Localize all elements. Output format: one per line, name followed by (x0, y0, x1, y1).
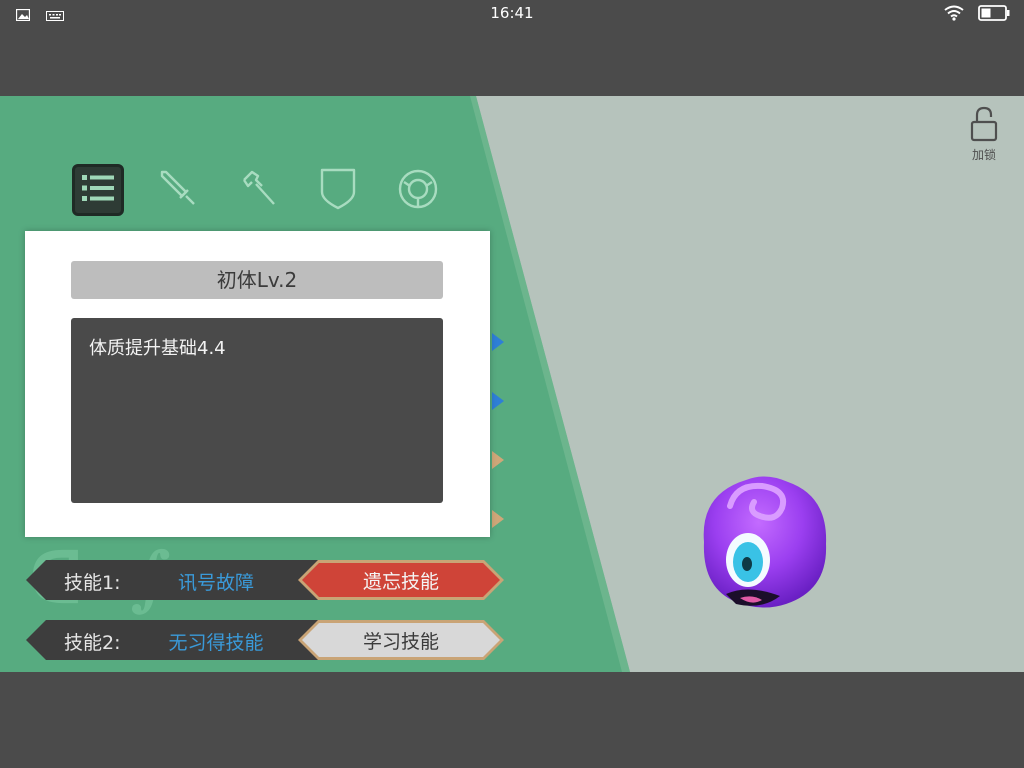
axe-icon (236, 166, 280, 214)
learn-skill-label: 学习技能 (362, 630, 439, 653)
list-icon (81, 173, 115, 207)
popup-title: 初体Lv.2 (71, 261, 443, 299)
clock: 16:41 (490, 4, 534, 22)
skill-slot-label: 技能2: (64, 632, 121, 654)
row-arrow (492, 451, 504, 469)
tab-tool[interactable] (232, 164, 284, 216)
shield-icon (316, 166, 360, 214)
skill-slot-label: 技能1: (64, 572, 121, 594)
battery-icon (978, 5, 1010, 25)
tab-list[interactable] (72, 164, 124, 216)
tab-accessory[interactable] (392, 164, 444, 216)
row-arrow (492, 333, 504, 351)
popup-description-box: 体质提升基础4.4 (71, 318, 443, 503)
row-arrow (492, 392, 504, 410)
monster-character[interactable] (696, 472, 832, 612)
ring-icon (396, 166, 440, 214)
unlock-icon (969, 106, 999, 146)
status-bar: 16:41 (0, 0, 1024, 28)
lock-label: 加锁 (971, 148, 996, 162)
skill-name: 无习得技能 (168, 632, 264, 654)
popup-description: 体质提升基础4.4 (89, 338, 226, 359)
lock-button[interactable]: 加锁 (964, 106, 1004, 163)
item-detail-popup[interactable]: 初体Lv.2 体质提升基础4.4 (25, 231, 490, 537)
forget-skill-label: 遗忘技能 (362, 570, 439, 593)
game-screen: ᗡ∽∫ 加锁 技能1: 讯号 (0, 96, 1024, 672)
skill-row-1: 技能1: 讯号故障 遗忘技能 (26, 560, 504, 600)
tab-weapon[interactable] (152, 164, 204, 216)
skill-row-2: 技能2: 无习得技能 学习技能 (26, 620, 504, 660)
sword-icon (156, 166, 200, 214)
skill-name: 讯号故障 (177, 572, 254, 594)
forget-skill-button[interactable]: 遗忘技能 (298, 560, 504, 600)
tab-armor[interactable] (312, 164, 364, 216)
learn-skill-button[interactable]: 学习技能 (298, 620, 504, 660)
wifi-icon (944, 5, 964, 25)
row-arrow (492, 510, 504, 528)
